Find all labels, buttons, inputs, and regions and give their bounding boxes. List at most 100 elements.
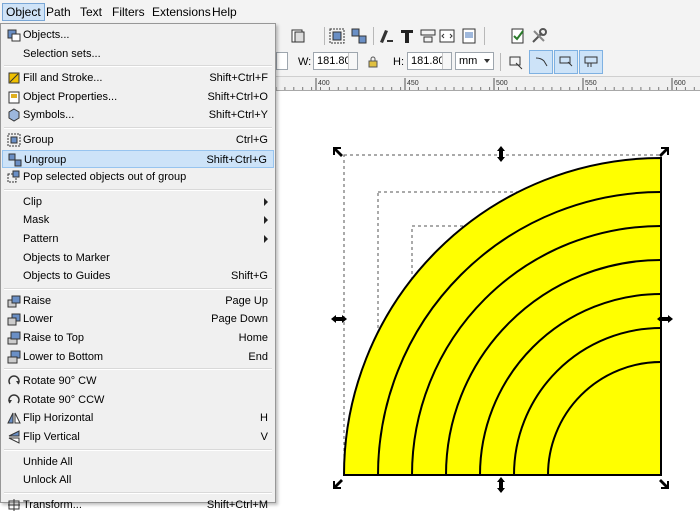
group-icon[interactable] bbox=[328, 27, 346, 45]
menu-item-symbols[interactable]: Symbols... Shift+Ctrl+Y bbox=[2, 106, 274, 124]
width-field[interactable]: 181.806 bbox=[313, 52, 358, 70]
menu-item-pop-out-group[interactable]: Pop selected objects out of group bbox=[2, 168, 274, 186]
lock-icon[interactable] bbox=[368, 56, 378, 68]
preferences-icon[interactable] bbox=[509, 27, 527, 45]
layer-icon[interactable] bbox=[289, 27, 307, 45]
quarter-ring-shape[interactable] bbox=[342, 156, 662, 476]
ruler-tick-label: 500 bbox=[496, 80, 508, 87]
menu-item-objects[interactable]: Objects... bbox=[2, 26, 274, 44]
menu-item-unlock-all[interactable]: Unlock All bbox=[2, 471, 274, 489]
menu-item-label: Symbols... bbox=[23, 109, 75, 122]
resize-handle-se[interactable] bbox=[659, 479, 669, 489]
menu-item-rotate-cw[interactable]: Rotate 90° CW bbox=[2, 372, 274, 390]
menu-item-lower[interactable]: Lower Page Down bbox=[2, 310, 274, 328]
menu-extensions[interactable]: Extensions bbox=[149, 4, 214, 20]
menu-item-label: Ungroup bbox=[24, 153, 67, 166]
resize-handle-ne[interactable] bbox=[659, 147, 669, 157]
menu-item-shortcut: Page Up bbox=[225, 294, 268, 307]
menu-item-clip[interactable]: Clip bbox=[2, 193, 274, 211]
menu-item-mask[interactable]: Mask bbox=[2, 211, 274, 229]
transform-patterns-toggle[interactable] bbox=[579, 50, 603, 74]
menu-item-shortcut: Shift+Ctrl+M bbox=[206, 498, 268, 511]
menu-item-fill-stroke[interactable]: Fill and Stroke... Shift+Ctrl+F bbox=[2, 69, 274, 87]
menu-item-flip-horizontal[interactable]: Flip Horizontal H bbox=[2, 409, 274, 427]
flip-vertical-icon bbox=[8, 430, 20, 444]
menu-item-label: Objects to Marker bbox=[23, 251, 110, 264]
menu-item-label: Raise bbox=[23, 294, 52, 307]
menu-item-pattern[interactable]: Pattern bbox=[2, 230, 274, 248]
symbols-icon bbox=[8, 108, 20, 122]
canvas-drawing[interactable] bbox=[276, 91, 700, 498]
width-spinner[interactable] bbox=[348, 53, 357, 69]
resize-handle-w[interactable] bbox=[331, 315, 347, 323]
menu-item-shortcut: H bbox=[260, 412, 268, 425]
menu-item-label: Object Properties... bbox=[23, 90, 118, 103]
menu-item-label: Flip Vertical bbox=[23, 431, 80, 443]
menu-item-unhide-all[interactable]: Unhide All bbox=[2, 453, 274, 471]
commands-toolbar bbox=[276, 24, 700, 49]
transform-gradients-toggle[interactable] bbox=[554, 50, 578, 74]
unit-select[interactable]: mm bbox=[455, 52, 494, 70]
menu-item-label: Unlock All bbox=[23, 474, 72, 487]
align-icon[interactable] bbox=[419, 27, 437, 45]
menu-item-label: Unhide All bbox=[23, 455, 73, 468]
menu-item-shortcut: Shift+G bbox=[231, 270, 268, 283]
lower-icon bbox=[7, 313, 21, 326]
height-field[interactable]: 181.800 bbox=[407, 52, 452, 70]
ungroup-icon bbox=[8, 153, 22, 167]
ruler-ticks: 400 450 500 550 600 bbox=[276, 78, 695, 90]
menu-item-transform[interactable]: Transform... Shift+Ctrl+M bbox=[2, 496, 274, 514]
drawing-canvas[interactable] bbox=[276, 91, 700, 498]
menu-item-raise[interactable]: Raise Page Up bbox=[2, 292, 274, 310]
menu-item-label: Objects to Guides bbox=[23, 270, 111, 283]
menu-item-lower-to-bottom[interactable]: Lower to Bottom End bbox=[2, 348, 274, 366]
ungroup-icon[interactable] bbox=[350, 27, 368, 45]
resize-handle-nw[interactable] bbox=[333, 147, 343, 157]
menu-item-object-properties[interactable]: Object Properties... Shift+Ctrl+O bbox=[2, 88, 274, 106]
menu-item-flip-vertical[interactable]: Flip Vertical V bbox=[2, 428, 274, 446]
menu-item-shortcut: Shift+Ctrl+O bbox=[207, 90, 268, 103]
height-spinner[interactable] bbox=[442, 53, 451, 69]
menu-item-objects-to-marker[interactable]: Objects to Marker bbox=[2, 249, 274, 267]
text-icon[interactable] bbox=[398, 27, 416, 45]
scale-corners-icon bbox=[535, 57, 548, 67]
menu-text[interactable]: Text bbox=[77, 4, 105, 20]
objects-icon bbox=[7, 29, 21, 42]
menu-item-ungroup[interactable]: Ungroup Shift+Ctrl+G bbox=[2, 149, 274, 168]
flip-horizontal-icon bbox=[7, 413, 21, 424]
menu-item-label: Mask bbox=[23, 214, 50, 227]
pop-out-icon bbox=[7, 170, 20, 183]
menu-path[interactable]: Path bbox=[43, 4, 74, 20]
menu-separator bbox=[4, 65, 272, 68]
fill-stroke-icon[interactable] bbox=[377, 27, 395, 45]
raise-icon bbox=[7, 295, 21, 308]
menu-help[interactable]: Help bbox=[209, 4, 240, 20]
resize-handle-sw[interactable] bbox=[333, 479, 343, 489]
resize-handle-n[interactable] bbox=[497, 146, 505, 162]
scale-stroke-icon[interactable] bbox=[507, 53, 525, 71]
height-label: H: bbox=[393, 56, 404, 68]
tools-icon[interactable] bbox=[530, 27, 548, 45]
menu-item-raise-to-top[interactable]: Raise to Top Home bbox=[2, 329, 274, 347]
menu-item-shortcut: Shift+Ctrl+F bbox=[209, 72, 268, 85]
menu-item-label: Transform... bbox=[23, 498, 82, 511]
resize-handle-s[interactable] bbox=[497, 477, 505, 493]
menu-item-group[interactable]: Group Ctrl+G bbox=[2, 131, 274, 149]
menu-item-shortcut: Page Down bbox=[211, 313, 268, 326]
menu-object[interactable]: Object bbox=[2, 3, 45, 21]
menu-item-label: Flip Horizontal bbox=[23, 412, 94, 425]
menu-filters[interactable]: Filters bbox=[109, 4, 148, 20]
ruler-tick-label: 550 bbox=[585, 80, 597, 87]
menu-item-shortcut: Home bbox=[238, 332, 268, 344]
y-field[interactable] bbox=[276, 52, 288, 70]
group-icon bbox=[7, 133, 21, 147]
scale-corners-toggle[interactable] bbox=[529, 50, 553, 74]
menu-separator bbox=[4, 127, 272, 129]
menu-item-selection-sets[interactable]: Selection sets... bbox=[2, 45, 274, 63]
document-properties-icon[interactable] bbox=[460, 27, 478, 45]
menu-item-objects-to-guides[interactable]: Objects to Guides Shift+G bbox=[2, 267, 274, 285]
transform-patterns-icon bbox=[584, 56, 598, 67]
menu-item-rotate-ccw[interactable]: Rotate 90° CCW bbox=[2, 391, 274, 409]
xml-editor-icon[interactable] bbox=[438, 27, 456, 45]
menu-item-label: Lower to Bottom bbox=[23, 350, 104, 363]
